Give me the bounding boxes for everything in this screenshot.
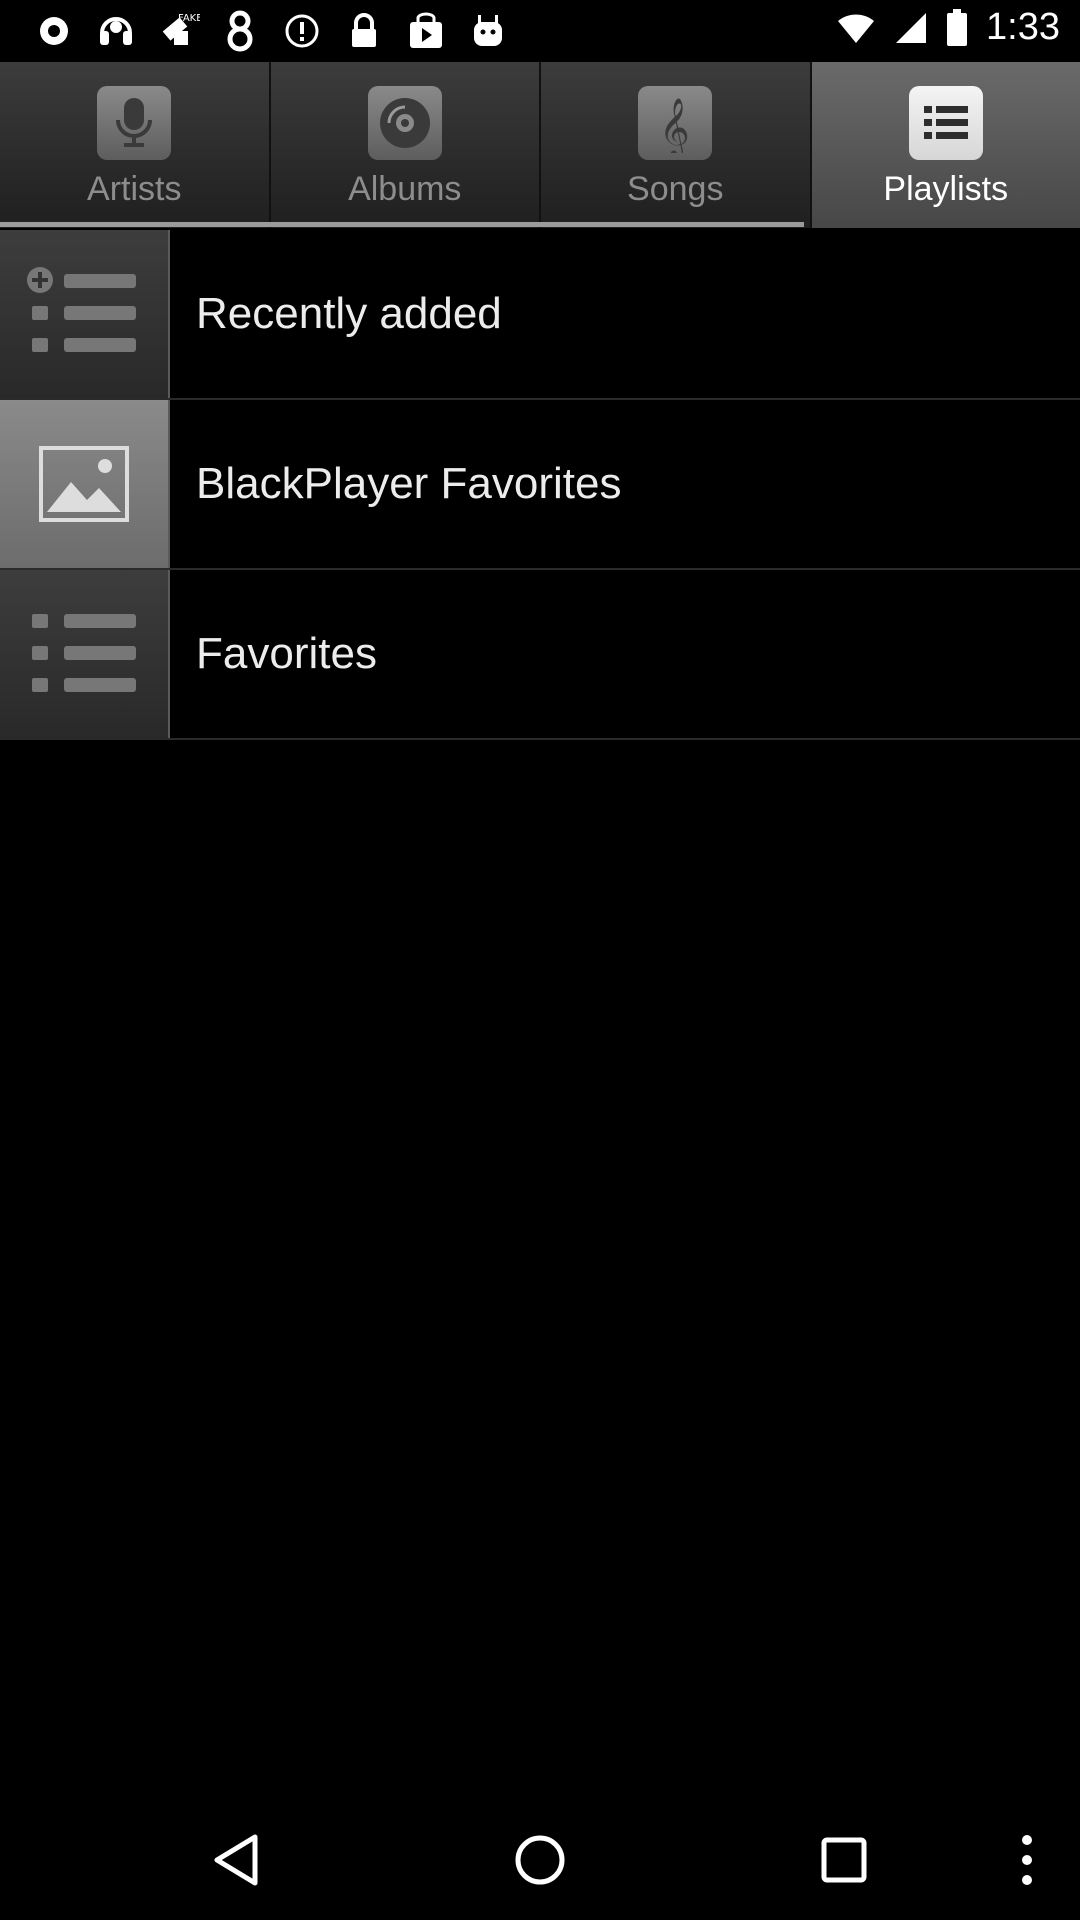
tab-divider bbox=[0, 222, 804, 227]
list-icon bbox=[0, 570, 170, 738]
tab-label: Albums bbox=[348, 170, 462, 208]
tab-label: Playlists bbox=[883, 170, 1009, 208]
lock-icon bbox=[340, 8, 388, 54]
back-triangle-icon bbox=[214, 1834, 258, 1886]
info-circle-icon bbox=[278, 8, 326, 54]
status-right: 1:33 bbox=[836, 6, 1060, 49]
list-item[interactable]: Favorites bbox=[0, 570, 1080, 740]
tab-playlists[interactable]: Playlists bbox=[811, 62, 1080, 228]
tab-label: Artists bbox=[87, 170, 182, 208]
play-store-icon bbox=[402, 8, 450, 54]
notification-icons: FAKE bbox=[30, 8, 512, 54]
navigation-bar bbox=[0, 1800, 1080, 1920]
signal-icon bbox=[896, 12, 927, 43]
eight-icon bbox=[216, 8, 264, 54]
tab-artists[interactable]: Artists bbox=[0, 62, 271, 228]
playlist-list: Recently added BlackPlayer Favorites Fav… bbox=[0, 230, 1080, 740]
tab-bar: Artists Albums 𝄞 Songs Playlists bbox=[0, 62, 1080, 228]
tab-label: Songs bbox=[627, 170, 724, 208]
back-button[interactable] bbox=[206, 1830, 266, 1890]
status-bar: FAKE 1:33 bbox=[0, 0, 1080, 62]
tab-albums[interactable]: Albums bbox=[271, 62, 541, 228]
home-circle-icon bbox=[515, 1835, 565, 1885]
battery-icon bbox=[947, 8, 968, 46]
overflow-menu-button[interactable] bbox=[997, 1830, 1057, 1890]
record-icon bbox=[30, 8, 78, 54]
headset-icon bbox=[92, 8, 140, 54]
list-item[interactable]: BlackPlayer Favorites bbox=[0, 400, 1080, 570]
playlist-title: Favorites bbox=[196, 629, 377, 678]
android-icon bbox=[464, 8, 512, 54]
treble-clef-icon: 𝄞 bbox=[638, 86, 713, 160]
more-vertical-icon bbox=[1022, 1835, 1032, 1885]
home-button[interactable] bbox=[510, 1830, 570, 1890]
recents-button[interactable] bbox=[814, 1830, 874, 1890]
fake-gps-icon: FAKE bbox=[154, 8, 202, 54]
wifi-icon bbox=[838, 13, 875, 43]
tab-songs[interactable]: 𝄞 Songs bbox=[541, 62, 812, 228]
list-icon bbox=[908, 86, 983, 160]
add-list-icon bbox=[0, 230, 170, 398]
image-icon bbox=[0, 400, 170, 568]
disc-icon bbox=[367, 86, 442, 160]
recents-square-icon bbox=[821, 1837, 867, 1883]
svg-text:FAKE: FAKE bbox=[178, 13, 200, 24]
list-item[interactable]: Recently added bbox=[0, 230, 1080, 400]
playlist-title: BlackPlayer Favorites bbox=[196, 459, 622, 508]
clock: 1:33 bbox=[986, 6, 1060, 48]
svg-text:𝄞: 𝄞 bbox=[659, 98, 690, 153]
playlist-title: Recently added bbox=[196, 289, 502, 338]
microphone-icon bbox=[97, 86, 172, 160]
